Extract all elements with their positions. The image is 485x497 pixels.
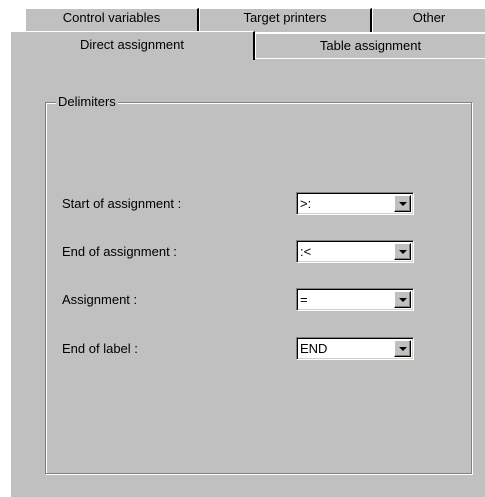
combo-value: =: [300, 292, 308, 307]
dropdown-button[interactable]: [394, 195, 411, 212]
assignment-label: Assignment :: [62, 292, 138, 307]
combo-value: :<: [300, 244, 312, 259]
tab-panel: Delimiters Start of assignment : >: End …: [10, 58, 485, 497]
start-of-assignment-label: Start of assignment :: [62, 196, 182, 211]
tab-label: Control variables: [62, 10, 161, 25]
combo-value: END: [300, 341, 328, 356]
end-of-assignment-select[interactable]: :<: [296, 240, 414, 263]
end-of-label-label: End of label :: [62, 341, 138, 356]
dropdown-button[interactable]: [394, 291, 411, 308]
assignment-select[interactable]: =: [296, 288, 414, 311]
tab-direct-assignment[interactable]: Direct assignment: [10, 31, 255, 60]
combo-value: >:: [300, 196, 312, 211]
tab-label: Other: [412, 10, 446, 25]
tab-label: Target printers: [243, 10, 327, 25]
dialog-window: Control variables Target printers Other …: [0, 0, 485, 497]
end-of-label-select[interactable]: END: [296, 337, 414, 360]
end-of-assignment-label: End of assignment :: [62, 244, 177, 259]
tab-other[interactable]: Other: [372, 8, 485, 32]
start-of-assignment-select[interactable]: >:: [296, 192, 414, 215]
tab-table-assignment[interactable]: Table assignment: [255, 33, 485, 58]
groupbox-title: Delimiters: [56, 94, 118, 110]
tab-control-variables[interactable]: Control variables: [25, 8, 199, 32]
tab-label: Direct assignment: [79, 37, 185, 52]
chevron-down-icon: [399, 347, 407, 351]
dropdown-button[interactable]: [394, 243, 411, 260]
dropdown-button[interactable]: [394, 340, 411, 357]
chevron-down-icon: [399, 298, 407, 302]
delimiters-groupbox: Delimiters Start of assignment : >: End …: [45, 94, 472, 474]
tab-target-printers[interactable]: Target printers: [199, 8, 372, 32]
chevron-down-icon: [399, 250, 407, 254]
tab-label: Table assignment: [319, 38, 422, 53]
chevron-down-icon: [399, 202, 407, 206]
